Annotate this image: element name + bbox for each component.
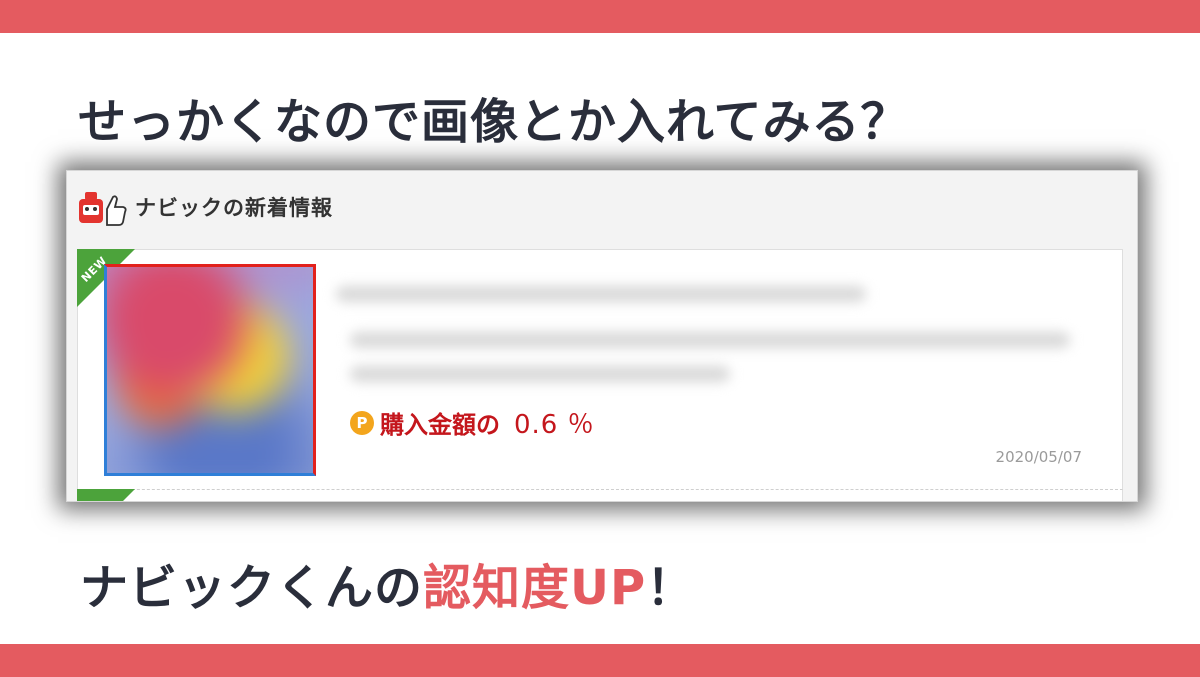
widget-title: ナビックの新着情報 — [135, 196, 333, 220]
tagline-suffix: ！ — [646, 560, 696, 616]
widget-header: ナビックの新着情報 — [75, 187, 333, 227]
item-date: 2020/05/07 — [995, 448, 1082, 466]
point-rate: P 購入金額の 0.6 ％ — [350, 404, 595, 441]
blurred-item-title — [336, 286, 866, 302]
slide-tagline: ナビックくんの認知度UP！ — [80, 548, 695, 618]
item-thumbnail-blurred[interactable] — [104, 264, 316, 476]
tagline-prefix: ナビックくんの — [80, 560, 424, 616]
point-rate-label: 購入金額の — [380, 411, 500, 439]
blurred-item-description-line-1 — [350, 332, 1070, 348]
point-rate-value: 0.6 ％ — [514, 410, 595, 440]
blurred-item-description-line-2 — [350, 366, 730, 382]
embedded-screenshot: ナビックの新着情報 NEW P 購入金額の 0.6 ％ 2020/05/07 — [66, 170, 1138, 502]
new-badge-next — [77, 489, 135, 501]
news-item-card[interactable]: NEW P 購入金額の 0.6 ％ 2020/05/07 — [77, 249, 1123, 491]
navic-thumbs-up-mascot-icon — [75, 187, 131, 227]
top-accent-band — [0, 0, 1200, 33]
bottom-accent-band — [0, 644, 1200, 677]
point-icon: P — [350, 410, 374, 435]
slide-headline: せっかくなので画像とか入れてみる？ — [78, 94, 910, 150]
tagline-accent: 認知度UP — [423, 560, 647, 616]
news-item-card-next[interactable] — [77, 489, 1123, 501]
